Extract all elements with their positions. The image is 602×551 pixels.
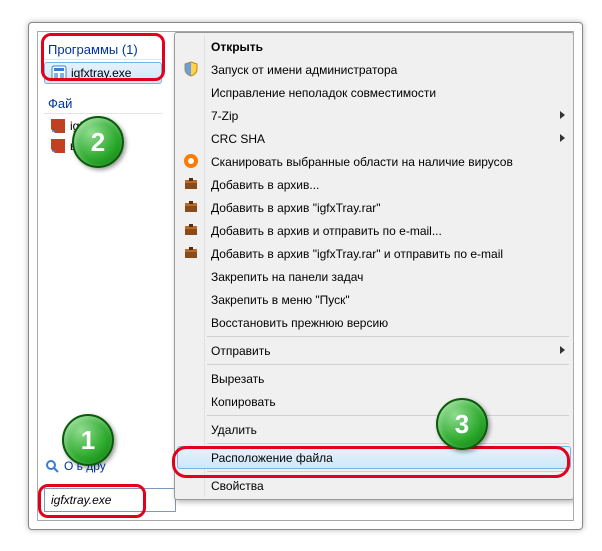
menu-open[interactable]: Открыть: [177, 35, 571, 58]
menu-separator: [207, 443, 569, 444]
menu-add-rar[interactable]: Добавить в архив "igfxTray.rar": [177, 196, 571, 219]
search-icon: [44, 458, 60, 474]
avast-icon: [183, 153, 199, 169]
menu-pin-taskbar[interactable]: Закрепить на панели задач: [177, 265, 571, 288]
menu-separator: [207, 415, 569, 416]
shortcut-icon: [50, 138, 66, 154]
menu-pin-start[interactable]: Закрепить в меню "Пуск": [177, 288, 571, 311]
menu-properties[interactable]: Свойства: [177, 474, 571, 497]
shortcut-icon: [50, 118, 66, 134]
menu-7zip[interactable]: 7-Zip: [177, 104, 571, 127]
menu-troubleshoot[interactable]: Исправление неполадок совместимости: [177, 81, 571, 104]
result-file-1[interactable]: igfx...: [44, 116, 162, 136]
chevron-right-icon: [560, 111, 565, 119]
result-file-1-label: igfx...: [70, 119, 99, 133]
winrar-icon: [183, 245, 199, 261]
menu-copy[interactable]: Копировать: [177, 390, 571, 413]
menu-add-rar-email[interactable]: Добавить в архив "igfxTray.rar" и отправ…: [177, 242, 571, 265]
result-file-2[interactable]: ый про...: [44, 136, 162, 156]
context-menu: Открыть Запуск от имени администратора И…: [174, 32, 574, 500]
shield-icon: [183, 61, 199, 77]
winrar-icon: [183, 222, 199, 238]
winrar-icon: [183, 176, 199, 192]
chevron-right-icon: [560, 134, 565, 142]
menu-run-as-admin[interactable]: Запуск от имени администратора: [177, 58, 571, 81]
exe-icon: [51, 65, 67, 81]
menu-send-to[interactable]: Отправить: [177, 339, 571, 362]
programs-header: Программы (1): [44, 40, 162, 60]
winrar-icon: [183, 199, 199, 215]
see-more-results[interactable]: О ь дру: [44, 458, 174, 474]
result-file-2-label: ый про...: [70, 139, 119, 153]
search-results-sidebar: Программы (1) igfxtray.exe Фай igfx... ы…: [38, 32, 168, 480]
menu-separator: [207, 364, 569, 365]
search-box[interactable]: [44, 488, 176, 512]
menu-cut[interactable]: Вырезать: [177, 367, 571, 390]
menu-restore-prev[interactable]: Восстановить прежнюю версию: [177, 311, 571, 334]
menu-crc-sha[interactable]: CRC SHA: [177, 127, 571, 150]
menu-separator: [207, 471, 569, 472]
result-program-label: igfxtray.exe: [71, 66, 131, 80]
result-program-igfxtray[interactable]: igfxtray.exe: [44, 62, 162, 84]
start-menu-search-panel: Программы (1) igfxtray.exe Фай igfx... ы…: [37, 31, 574, 521]
see-more-label: О ь дру: [64, 459, 106, 473]
window-frame-outer: Программы (1) igfxtray.exe Фай igfx... ы…: [28, 22, 583, 530]
menu-add-archive[interactable]: Добавить в архив...: [177, 173, 571, 196]
menu-separator: [207, 336, 569, 337]
menu-add-email[interactable]: Добавить в архив и отправить по e-mail..…: [177, 219, 571, 242]
menu-delete[interactable]: Удалить: [177, 418, 571, 441]
menu-scan-virus[interactable]: Сканировать выбранные области на наличие…: [177, 150, 571, 173]
search-input[interactable]: [51, 493, 169, 507]
chevron-right-icon: [560, 346, 565, 354]
menu-file-location[interactable]: Расположение файла: [177, 446, 571, 469]
files-header: Фай: [44, 94, 162, 114]
